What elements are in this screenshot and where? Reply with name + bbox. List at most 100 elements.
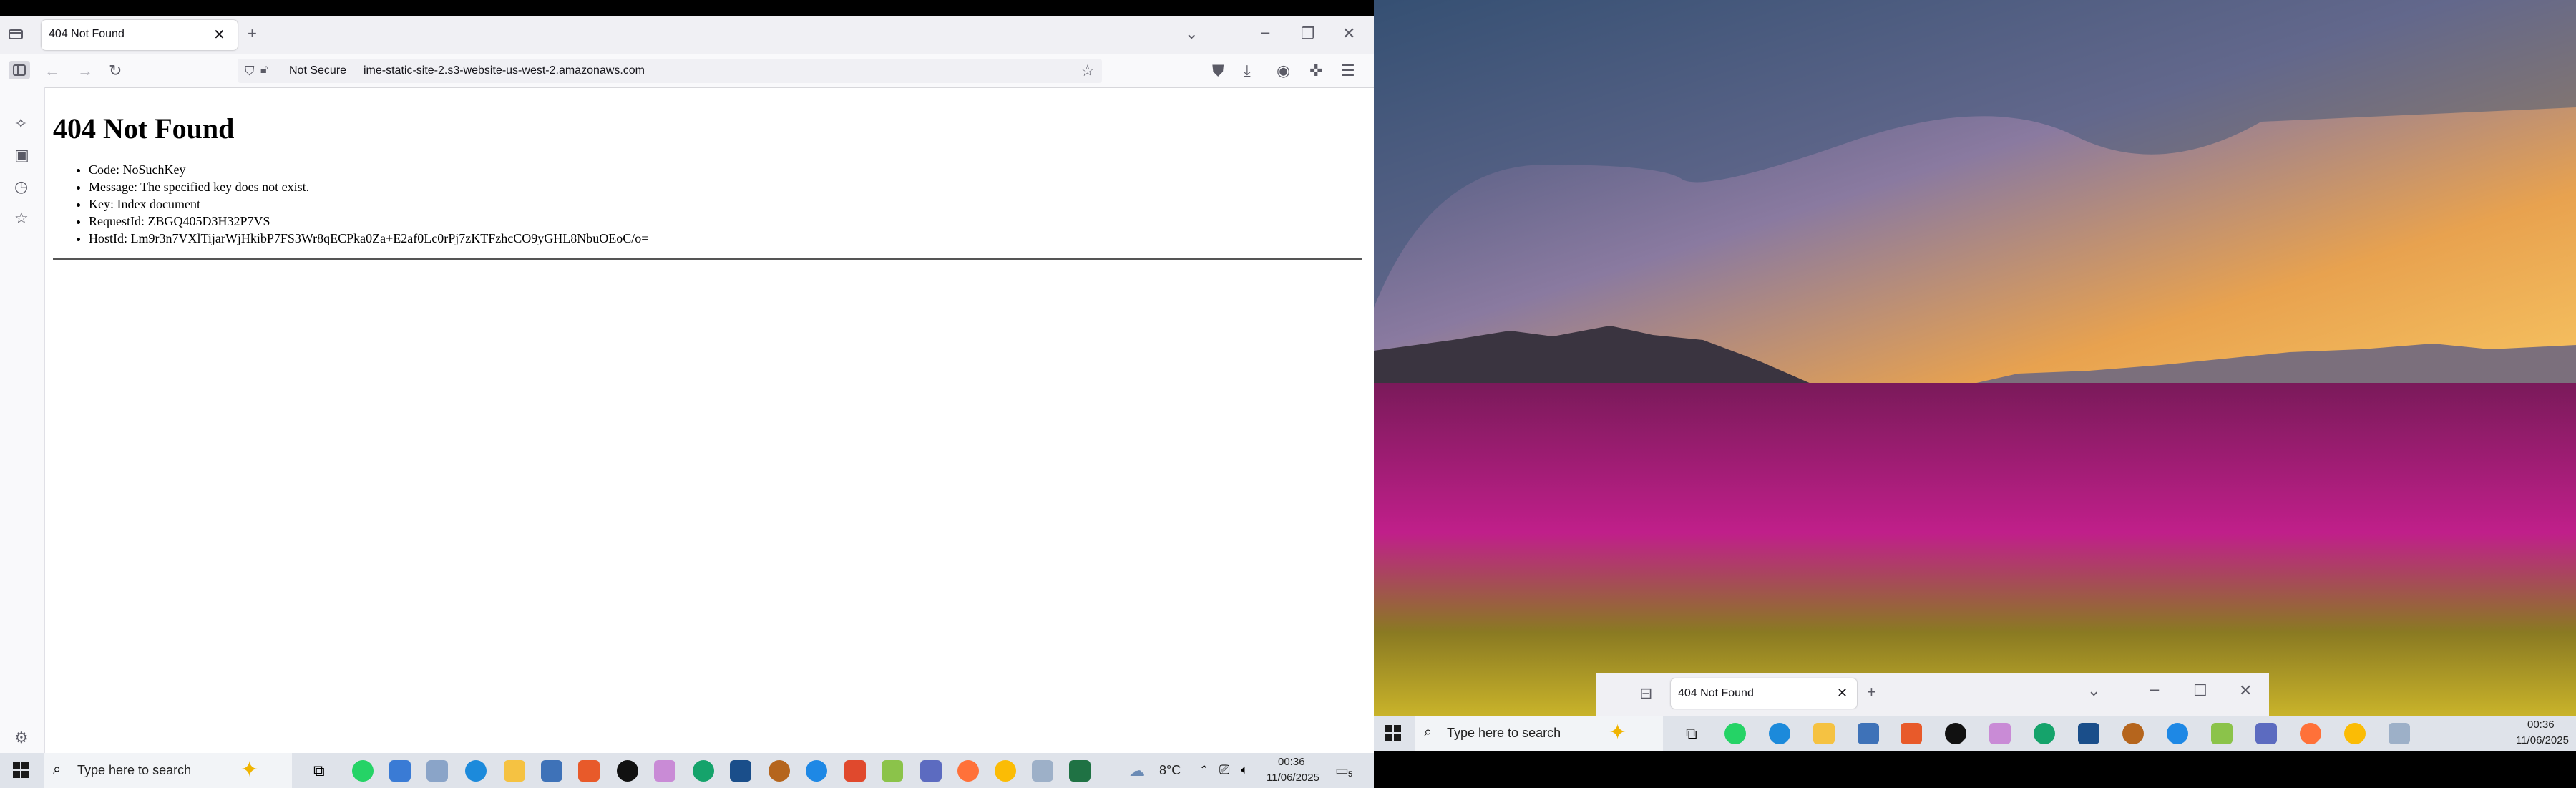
desktop-wallpaper bbox=[1374, 0, 2576, 716]
new-tab-icon[interactable]: + bbox=[1867, 684, 1876, 700]
notification-icon[interactable]: ▭ bbox=[1335, 762, 1349, 779]
app-icon[interactable] bbox=[730, 760, 751, 782]
windows-start-icon[interactable] bbox=[1385, 725, 1401, 744]
not-secure-label[interactable]: Not Secure bbox=[289, 64, 346, 77]
network-icon[interactable]: ⎚ bbox=[1219, 762, 1229, 777]
download-icon[interactable]: ⤓ bbox=[1244, 63, 1251, 79]
clock-date[interactable]: 11/06/2025 bbox=[1267, 772, 1319, 784]
app-icon[interactable] bbox=[2211, 723, 2233, 744]
onedrive-icon[interactable] bbox=[806, 760, 827, 782]
clock-time[interactable]: 00:36 bbox=[1278, 756, 1305, 768]
grammarly-icon[interactable] bbox=[2034, 723, 2055, 744]
search-box[interactable]: ⌕ Type here to search ✦ bbox=[44, 753, 292, 788]
firefox-icon[interactable] bbox=[957, 760, 979, 782]
url-bar[interactable]: ⛉ 🔓︎ Not Secure ime-static-site-2.s3-web… bbox=[238, 59, 1102, 83]
windows-start-icon[interactable] bbox=[13, 762, 29, 782]
excel-icon[interactable] bbox=[1069, 760, 1091, 782]
maximize-icon[interactable]: ☐ bbox=[2193, 683, 2207, 699]
minimize-icon[interactable]: – bbox=[1261, 24, 1269, 40]
tiktok-icon[interactable] bbox=[1945, 723, 1966, 744]
synced-tabs-icon[interactable]: ▣ bbox=[14, 147, 29, 163]
file-explorer-icon[interactable] bbox=[1813, 723, 1835, 744]
ai-chatbot-icon[interactable]: ✧ bbox=[14, 116, 27, 132]
bookmark-star-icon[interactable]: ☆ bbox=[1080, 63, 1095, 79]
brave-icon[interactable] bbox=[578, 760, 600, 782]
account-icon[interactable]: ◉ bbox=[1277, 63, 1290, 79]
tab-list-icon[interactable] bbox=[7, 26, 24, 46]
chevron-down-icon[interactable]: ⌄ bbox=[2087, 683, 2100, 699]
app-icon[interactable] bbox=[2122, 723, 2144, 744]
volume-icon[interactable]: 🔈︎ bbox=[1241, 762, 1249, 777]
list-item: RequestId: ZBGQ405D3H32P7VS bbox=[89, 213, 1367, 230]
shield-icon[interactable]: ⛉ bbox=[245, 64, 255, 79]
app-icon[interactable] bbox=[654, 760, 675, 782]
file-explorer-icon[interactable] bbox=[504, 760, 525, 782]
app-icon[interactable] bbox=[1989, 723, 2011, 744]
photos-icon[interactable] bbox=[389, 760, 411, 782]
calculator-icon[interactable] bbox=[541, 760, 562, 782]
firefox-icon[interactable] bbox=[2300, 723, 2321, 744]
minimize-icon[interactable]: – bbox=[2150, 681, 2159, 697]
brave-icon[interactable] bbox=[1901, 723, 1922, 744]
chrome-icon[interactable] bbox=[995, 760, 1016, 782]
grammarly-icon[interactable] bbox=[693, 760, 714, 782]
copilot-sparkle-icon[interactable]: ✦ bbox=[240, 757, 258, 782]
app-icon[interactable] bbox=[844, 760, 866, 782]
app-icon[interactable] bbox=[1032, 760, 1053, 782]
tab-active[interactable]: 404 Not Found ✕ bbox=[1671, 678, 1857, 709]
sidebar-toggle-button[interactable] bbox=[9, 61, 30, 79]
app-icon[interactable] bbox=[2078, 723, 2099, 744]
reload-icon[interactable]: ↻ bbox=[109, 63, 122, 79]
back-icon[interactable]: ← bbox=[44, 63, 60, 79]
settings-gear-icon[interactable]: ⚙ bbox=[14, 730, 29, 746]
app-icon[interactable] bbox=[2389, 723, 2410, 744]
forward-icon[interactable]: → bbox=[77, 63, 93, 79]
search-placeholder: Type here to search bbox=[1447, 726, 1561, 740]
app-icon[interactable] bbox=[920, 760, 942, 782]
divider bbox=[53, 258, 1362, 260]
close-tab-icon[interactable]: ✕ bbox=[1837, 686, 1848, 701]
tiktok-icon[interactable] bbox=[617, 760, 638, 782]
history-icon[interactable]: ◷ bbox=[14, 179, 28, 195]
nav-bar: ← → ↻ ⛉ 🔓︎ Not Secure ime-static-site-2.… bbox=[0, 54, 1374, 88]
restore-icon[interactable]: ❐ bbox=[1301, 26, 1315, 42]
weather-temp[interactable]: 8°C bbox=[1159, 763, 1181, 778]
clock-date[interactable]: 11/06/2025 bbox=[2516, 734, 2569, 746]
tab-active[interactable]: 404 Not Found ✕ bbox=[42, 20, 238, 50]
search-placeholder: Type here to search bbox=[77, 763, 192, 777]
whatsapp-icon[interactable] bbox=[352, 760, 374, 782]
app-icon[interactable] bbox=[769, 760, 790, 782]
edge-icon[interactable] bbox=[1769, 723, 1790, 744]
menu-icon[interactable]: ☰ bbox=[1341, 63, 1355, 79]
clock-time[interactable]: 00:36 bbox=[2527, 719, 2555, 731]
close-window-icon[interactable]: ✕ bbox=[1342, 26, 1355, 42]
calculator-icon[interactable] bbox=[1858, 723, 1879, 744]
task-view-icon[interactable]: ⧉ bbox=[313, 762, 325, 780]
close-tab-icon[interactable]: ✕ bbox=[213, 26, 225, 44]
edge-icon[interactable] bbox=[465, 760, 487, 782]
chevron-down-icon[interactable]: ⌄ bbox=[1185, 26, 1198, 42]
copilot-sparkle-icon[interactable]: ✦ bbox=[1609, 720, 1626, 745]
weather-icon[interactable]: ☁ bbox=[1129, 762, 1145, 780]
list-item: HostId: Lm9r3n7VXlTijarWjHkibP7FS3Wr8qEC… bbox=[89, 230, 1367, 247]
list-item: Code: NoSuchKey bbox=[89, 161, 1367, 178]
extensions-icon[interactable]: ✜ bbox=[1309, 63, 1322, 79]
pocket-icon[interactable]: ⛊ bbox=[1212, 63, 1224, 79]
app-icon[interactable] bbox=[882, 760, 903, 782]
whatsapp-icon[interactable] bbox=[1724, 723, 1746, 744]
chevron-up-icon[interactable]: ⌃ bbox=[1199, 763, 1209, 777]
bookmarks-icon[interactable]: ☆ bbox=[14, 210, 29, 226]
url-text[interactable]: ime-static-site-2.s3-website-us-west-2.a… bbox=[364, 64, 645, 77]
new-tab-icon[interactable]: + bbox=[248, 26, 257, 42]
insecure-lock-icon[interactable]: 🔓︎ bbox=[260, 64, 268, 77]
onedrive-icon[interactable] bbox=[2167, 723, 2188, 744]
app-icon[interactable] bbox=[2255, 723, 2277, 744]
search-box[interactable]: ⌕ Type here to search ✦ bbox=[1415, 716, 1663, 751]
task-view-icon[interactable]: ⧉ bbox=[1686, 724, 1697, 743]
tab-list-icon[interactable]: ⊟ bbox=[1639, 686, 1652, 701]
right-monitor: ⊟ 404 Not Found ✕ + ⌄ – ☐ ✕ ⌕ Type here … bbox=[1374, 0, 2576, 788]
page-content: 404 Not Found Code: NoSuchKey Message: T… bbox=[53, 90, 1367, 734]
chrome-icon[interactable] bbox=[2344, 723, 2366, 744]
close-window-icon[interactable]: ✕ bbox=[2239, 683, 2252, 699]
app-icon[interactable] bbox=[426, 760, 448, 782]
